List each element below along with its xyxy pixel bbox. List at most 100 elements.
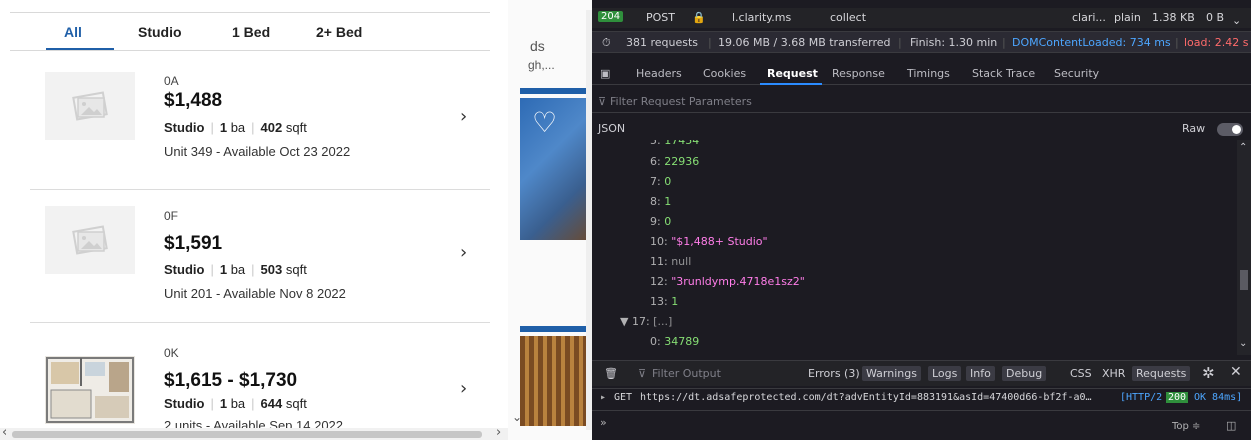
console-input-row[interactable]: » Top ≑ ◫ [592, 410, 1251, 440]
filter-icon: ⊽ [598, 95, 607, 108]
tab-all[interactable]: All [64, 24, 82, 40]
blue-bar [520, 88, 592, 94]
request-transferred: 1.38 KB [1152, 11, 1195, 24]
debug-filter[interactable]: Debug [1002, 366, 1047, 381]
json-scrollbar[interactable]: ⌃ ⌄ [1237, 140, 1251, 355]
heart-icon[interactable]: ♡ [532, 106, 557, 139]
card-divider [30, 189, 490, 190]
separator: | [898, 36, 902, 49]
panel-toggle-icon[interactable]: ▣ [600, 67, 610, 80]
json-line: 12: "3runldymp.4718e1sz2" [650, 275, 805, 288]
scrollbar-thumb[interactable] [12, 431, 482, 438]
unit-price: $1,591 [164, 233, 223, 254]
chevron-down-icon[interactable]: ⌄ [1232, 14, 1241, 27]
building-photo [520, 336, 592, 426]
json-label: JSON [598, 122, 626, 135]
json-line: 10: "$1,488+ Studio" [650, 235, 768, 248]
log-result: OK 84ms] [1194, 392, 1243, 403]
chevron-right-icon[interactable]: › [460, 378, 467, 399]
details-tabs: ▣ Headers Cookies Request Response Timin… [592, 63, 1251, 85]
summary-finish: Finish: 1.30 min [910, 36, 998, 49]
json-line: 9: 0 [650, 215, 672, 228]
summary-requests: 381 requests [626, 36, 699, 49]
log-url[interactable]: https://dt.adsafeprotected.com/dt?advEnt… [640, 392, 1092, 403]
requests-filter[interactable]: Requests [1132, 366, 1191, 381]
lock-icon: 🔒 [692, 11, 706, 24]
expand-arrow-icon[interactable]: ▸ [600, 392, 606, 403]
chevron-up-icon[interactable]: ⌃ [1239, 142, 1247, 153]
gear-icon[interactable]: ✲ [1202, 364, 1215, 382]
horizontal-scrollbar[interactable]: ‹ › [0, 425, 508, 440]
console-log-entry[interactable]: ▸ GET https://dt.adsafeprotected.com/dt?… [592, 388, 1251, 408]
warnings-filter[interactable]: Warnings [862, 366, 921, 381]
console-toolbar: 🗑 ⊽ Filter Output Errors (3) Warnings Lo… [592, 360, 1251, 386]
logs-filter[interactable]: Logs [928, 366, 962, 381]
chevron-down-icon[interactable]: ⌄ [512, 410, 522, 424]
tab-studio[interactable]: Studio [138, 24, 182, 40]
separator: | [1175, 36, 1179, 49]
background-page-strip: ds gh,... ♡ ⌄ [508, 0, 592, 440]
json-line: 13: 1 [650, 295, 679, 308]
scrollbar-thumb[interactable] [1240, 270, 1248, 290]
selected-request-row[interactable]: 204 POST 🔒 l.clarity.ms collect clari...… [592, 8, 1251, 28]
card-divider [30, 322, 490, 323]
tab-1-bed[interactable]: 1 Bed [232, 24, 270, 40]
info-filter[interactable]: Info [966, 366, 995, 381]
tab-stack-trace[interactable]: Stack Trace [972, 67, 1035, 80]
raw-toggle[interactable] [1217, 123, 1243, 136]
background-text: ds [530, 38, 545, 54]
json-line: 0: 34789 [650, 335, 700, 348]
unit-code: 0A [164, 74, 179, 88]
json-line: 11: null [650, 255, 692, 268]
json-line: 8: 1 [650, 195, 672, 208]
filter-params-input[interactable]: Filter Request Parameters [610, 95, 752, 108]
summary-load: load: 2.42 s [1184, 36, 1249, 49]
placeholder-image-icon [45, 206, 135, 274]
unit-baths: 1 [219, 396, 228, 411]
separator: | [1002, 36, 1006, 49]
tabs-divider [10, 50, 490, 51]
json-line: 7: 0 [650, 175, 672, 188]
unit-card[interactable]: 0A $1,488 Studio | 1 ba | 402 sqft Unit 349 … [30, 62, 490, 192]
log-method: GET [614, 392, 633, 403]
tab-headers[interactable]: Headers [636, 67, 682, 80]
json-line: 6: 22936 [650, 155, 700, 168]
unit-price: $1,488 [164, 90, 223, 111]
unit-availability: Unit 201 - Available Nov 8 2022 [164, 286, 346, 301]
filter-params-bar[interactable]: ⊽ Filter Request Parameters [592, 91, 1251, 113]
errors-filter[interactable]: Errors (3) [808, 367, 860, 380]
context-selector[interactable]: Top ≑ [1172, 421, 1200, 432]
unit-type: Studio [164, 262, 205, 277]
scroll-right-icon[interactable]: › [496, 425, 501, 440]
floorplan-image [45, 356, 135, 424]
tab-cookies[interactable]: Cookies [703, 67, 746, 80]
sqft-unit: sqft [285, 120, 307, 135]
json-viewer: 5: 17454 6: 22936 7: 0 8: 1 9: 0 10: "$1… [592, 140, 1237, 355]
unit-sqft: 402 [260, 120, 283, 135]
tab-security[interactable]: Security [1054, 67, 1099, 80]
sidebar-toggle-icon[interactable]: ◫ [1226, 419, 1236, 432]
tab-request[interactable]: Request [767, 67, 818, 80]
chevron-right-icon[interactable]: › [460, 242, 467, 263]
request-initiator: clari... [1072, 11, 1106, 24]
tab-2-plus-bed[interactable]: 2+ Bed [316, 24, 362, 40]
tab-response[interactable]: Response [832, 67, 885, 80]
request-method: POST [646, 11, 675, 24]
css-filter[interactable]: CSS [1070, 367, 1092, 380]
json-line-expandable[interactable]: ▼ 17: [...] [620, 315, 672, 335]
unit-card[interactable]: 0F $1,591 Studio | 1 ba | 503 sqft Unit 201 … [30, 196, 490, 326]
unit-card[interactable]: 0K $1,615 - $1,730 Studio | 1 ba | 644 sqft … [30, 330, 490, 440]
raw-label: Raw [1182, 122, 1206, 135]
status-badge: 204 [598, 11, 624, 22]
unit-baths: 1 [219, 120, 228, 135]
baths-unit: ba [230, 120, 246, 135]
xhr-filter[interactable]: XHR [1102, 367, 1125, 380]
close-icon[interactable]: ✕ [1230, 364, 1242, 380]
trash-icon[interactable]: 🗑 [604, 367, 618, 380]
chevron-right-icon[interactable]: › [460, 106, 467, 127]
tab-timings[interactable]: Timings [907, 67, 950, 80]
scroll-left-icon[interactable]: ‹ [2, 425, 7, 440]
chevron-down-icon[interactable]: ⌄ [1239, 338, 1247, 349]
unit-baths: 1 [219, 262, 228, 277]
filter-output-input[interactable]: Filter Output [652, 367, 721, 380]
